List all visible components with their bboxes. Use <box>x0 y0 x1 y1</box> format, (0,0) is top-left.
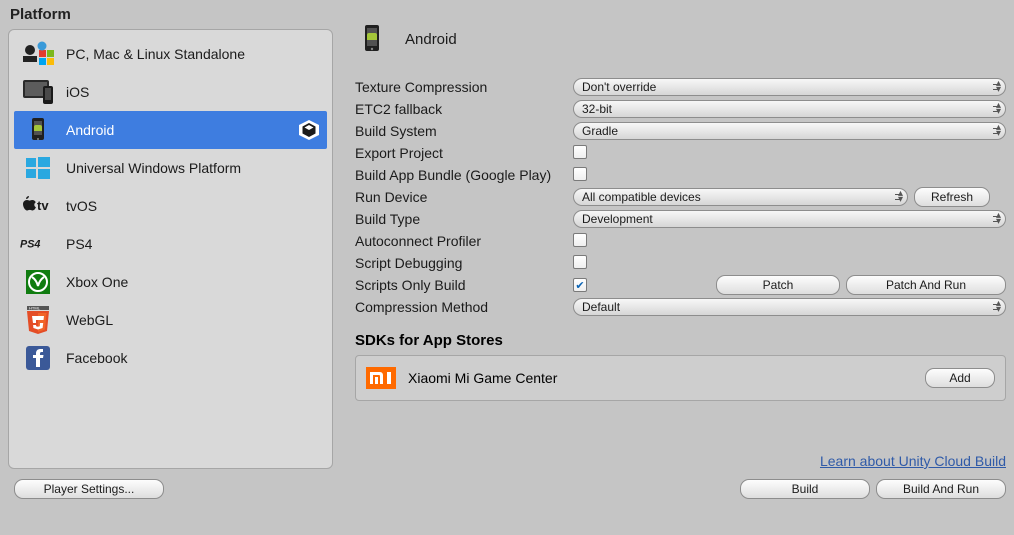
compression-method-dropdown[interactable]: Default▴▾ <box>573 298 1006 316</box>
build-type-dropdown[interactable]: Development▴▾ <box>573 210 1006 228</box>
bottom-bar: Player Settings... Build Build And Run <box>8 479 1006 499</box>
svg-text:HTML: HTML <box>29 306 41 311</box>
platform-item-label: Facebook <box>66 350 127 366</box>
export-project-checkbox[interactable] <box>573 145 587 159</box>
ios-icon <box>20 78 56 106</box>
platform-item-ps4[interactable]: PS4 PS4 <box>14 225 327 263</box>
tvos-icon: tv <box>20 192 56 220</box>
setting-label: Build App Bundle (Google Play) <box>355 167 573 183</box>
platform-item-standalone[interactable]: PC, Mac & Linux Standalone <box>14 35 327 73</box>
setting-label: Export Project <box>355 145 573 161</box>
platform-section-label: Platform <box>8 4 333 29</box>
sdk-row: Xiaomi Mi Game Center Add <box>355 355 1006 401</box>
xiaomi-icon <box>366 367 396 389</box>
sdk-name: Xiaomi Mi Game Center <box>408 370 557 386</box>
platform-item-xboxone[interactable]: Xbox One <box>14 263 327 301</box>
platform-item-webgl[interactable]: HTML WebGL <box>14 301 327 339</box>
platform-item-tvos[interactable]: tv tvOS <box>14 187 327 225</box>
windows-icon <box>20 154 56 182</box>
patch-button[interactable]: Patch <box>716 275 840 295</box>
run-device-dropdown[interactable]: All compatible devices▴▾ <box>573 188 908 206</box>
unity-icon <box>297 118 321 142</box>
cloud-build-link[interactable]: Learn about Unity Cloud Build <box>355 453 1006 469</box>
add-sdk-button[interactable]: Add <box>925 368 995 388</box>
platform-item-label: PC, Mac & Linux Standalone <box>66 46 245 62</box>
player-settings-button[interactable]: Player Settings... <box>14 479 164 499</box>
platform-item-label: Android <box>66 122 114 138</box>
svg-text:PS4: PS4 <box>20 239 40 251</box>
setting-label: Build Type <box>355 211 573 227</box>
build-app-bundle-checkbox[interactable] <box>573 167 587 181</box>
android-icon <box>20 116 56 144</box>
platform-item-uwp[interactable]: Universal Windows Platform <box>14 149 327 187</box>
autoconnect-profiler-checkbox[interactable] <box>573 233 587 247</box>
build-button[interactable]: Build <box>740 479 870 499</box>
platform-item-label: Xbox One <box>66 274 128 290</box>
scripts-only-build-checkbox[interactable]: ✔ <box>573 278 587 292</box>
platform-item-label: PS4 <box>66 236 92 252</box>
setting-label: Compression Method <box>355 299 573 315</box>
setting-label: Run Device <box>355 189 573 205</box>
xbox-icon <box>20 268 56 296</box>
texture-compression-dropdown[interactable]: Don't override▴▾ <box>573 78 1006 96</box>
platform-item-label: tvOS <box>66 198 97 214</box>
etc2-fallback-dropdown[interactable]: 32-bit▴▾ <box>573 100 1006 118</box>
platform-item-ios[interactable]: iOS <box>14 73 327 111</box>
refresh-button[interactable]: Refresh <box>914 187 990 207</box>
setting-label: Texture Compression <box>355 79 573 95</box>
platform-item-label: WebGL <box>66 312 113 328</box>
svg-text:tv: tv <box>37 198 49 213</box>
setting-label: Scripts Only Build <box>355 277 573 293</box>
webgl-icon: HTML <box>20 306 56 334</box>
platform-header: Android <box>355 20 1006 58</box>
platform-list: PC, Mac & Linux Standalone iOS <box>8 29 333 469</box>
setting-label: Script Debugging <box>355 255 573 271</box>
platform-item-facebook[interactable]: Facebook <box>14 339 327 377</box>
ps4-icon: PS4 <box>20 230 56 258</box>
facebook-icon <box>20 344 56 372</box>
setting-label: Build System <box>355 123 573 139</box>
script-debugging-checkbox[interactable] <box>573 255 587 269</box>
platform-item-label: iOS <box>66 84 89 100</box>
sdk-section-title: SDKs for App Stores <box>355 332 1006 349</box>
setting-label: Autoconnect Profiler <box>355 233 573 249</box>
platform-item-android[interactable]: Android <box>14 111 327 149</box>
android-header-icon <box>355 24 389 54</box>
standalone-icon <box>20 40 56 68</box>
platform-item-label: Universal Windows Platform <box>66 160 241 176</box>
setting-label: ETC2 fallback <box>355 101 573 117</box>
patch-and-run-button[interactable]: Patch And Run <box>846 275 1006 295</box>
build-and-run-button[interactable]: Build And Run <box>876 479 1006 499</box>
platform-header-title: Android <box>405 31 457 48</box>
build-system-dropdown[interactable]: Gradle▴▾ <box>573 122 1006 140</box>
